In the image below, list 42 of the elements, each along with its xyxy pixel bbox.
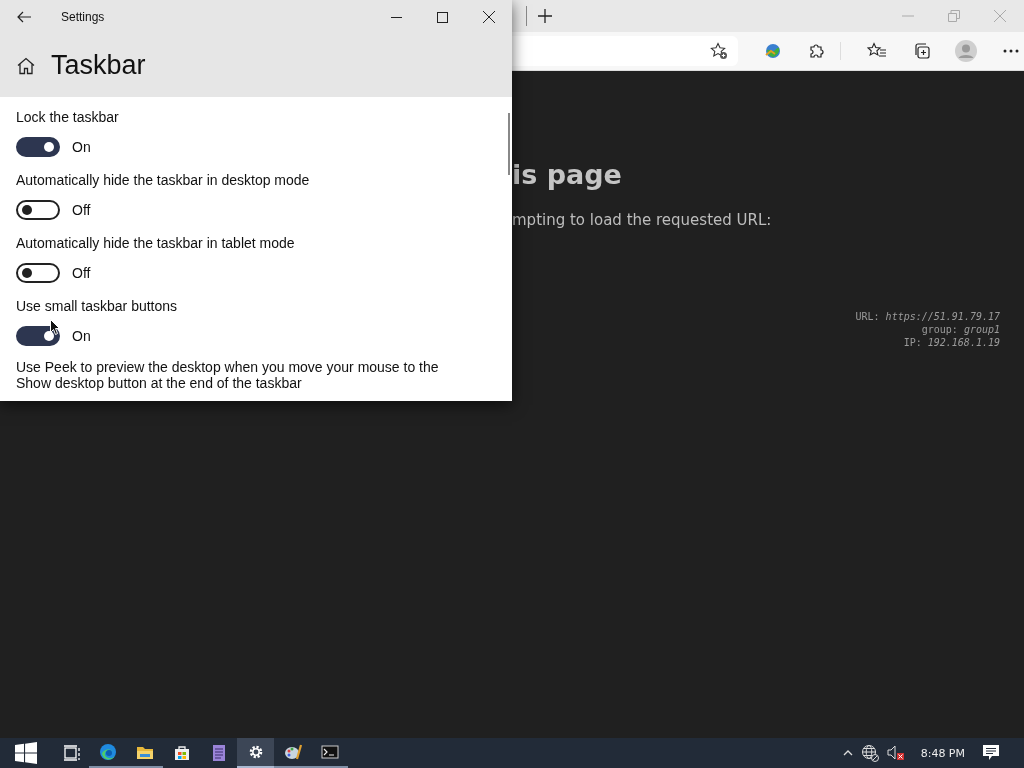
window-title: Settings: [61, 10, 105, 24]
back-arrow-icon[interactable]: [17, 11, 31, 23]
toggle-state-text: On: [72, 139, 91, 155]
globe-icon[interactable]: [860, 744, 879, 762]
toggle-switch[interactable]: [16, 200, 60, 220]
toggle-state-text: Off: [72, 265, 91, 281]
toggle-switch[interactable]: [16, 137, 60, 157]
minimize-icon[interactable]: [391, 16, 402, 18]
collections-icon[interactable]: [913, 42, 931, 60]
muted-speaker-icon[interactable]: [886, 745, 905, 761]
more-icon[interactable]: [1003, 49, 1019, 53]
page-heading: is page: [512, 159, 623, 191]
puzzle-icon[interactable]: [808, 42, 826, 60]
clock-text[interactable]: 8:48 PM: [920, 746, 965, 760]
info-text: IP: 192.168.1.19: [903, 336, 1000, 349]
setting-label: Automatically hide the taskbar in tablet mode: [16, 234, 296, 253]
maximize-icon[interactable]: [437, 11, 448, 23]
notification-icon[interactable]: [983, 745, 999, 761]
setting-label: Lock the taskbar: [16, 108, 120, 127]
setting-description: Use Peek to preview the desktop when you move your mouse to the Show desktop button at the end of the taskbar: [16, 359, 440, 391]
setting-label: Use small taskbar buttons: [16, 297, 179, 316]
info-text: URL: https://51.91.79.17: [855, 310, 1000, 323]
toggle-state-text: Off: [72, 202, 91, 218]
caret-icon[interactable]: [842, 750, 853, 756]
page-heading: Taskbar: [51, 50, 146, 81]
scrollbar-thumb[interactable]: [508, 113, 510, 175]
gear-icon[interactable]: [237, 738, 274, 768]
setting-label: Automatically hide the taskbar in desktop mode: [16, 171, 311, 190]
add-favorite-icon[interactable]: [710, 42, 728, 60]
avatar-icon[interactable]: [955, 40, 977, 62]
windows-icon: [15, 742, 37, 764]
toggle-switch[interactable]: [16, 263, 60, 283]
home-icon[interactable]: [17, 56, 35, 75]
close-icon[interactable]: [483, 11, 495, 23]
toggle-switch[interactable]: [16, 326, 60, 346]
favorites-icon[interactable]: [867, 42, 887, 60]
address-field[interactable]: [512, 36, 738, 66]
toggle-state-text: On: [72, 328, 91, 344]
error-message: mpting to load the requested URL:: [512, 210, 773, 230]
mouse-pointer-icon: [50, 319, 60, 335]
new-tab-icon[interactable]: [537, 8, 553, 24]
info-text: group: group1: [921, 323, 1000, 336]
